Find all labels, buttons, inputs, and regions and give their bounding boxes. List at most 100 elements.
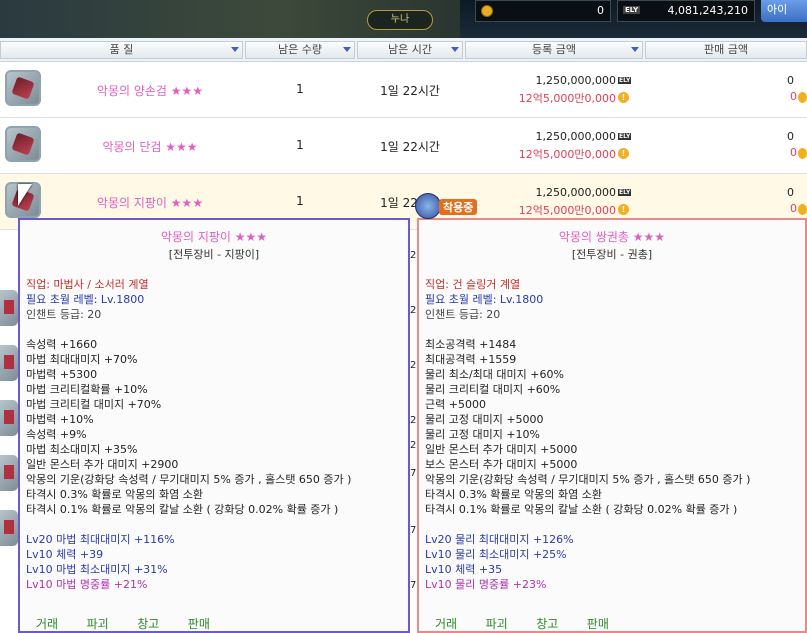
tooltip-special: 타격시 0.3% 확률로 악몽의 화염 소환 — [26, 488, 203, 501]
tooltip-level-bonus: Lv10 물리 명중률 +23% — [425, 578, 547, 591]
tooltip-stat: 최소공격력 +1484 — [425, 338, 517, 351]
table-header: 품 질 남은 수량 남은 시간 등록 금액 판매 금액 — [0, 38, 807, 62]
gold-amount: 0 — [597, 4, 604, 17]
item-thumbnail — [0, 510, 18, 546]
tooltip-job: 직업: 마법사 / 소서러 계열 — [26, 278, 149, 291]
item-qty: 1 — [296, 138, 304, 152]
price-ely: 1,250,000,000 — [535, 74, 616, 87]
tooltip-stat: 보스 몬스터 추가 대미지 +5000 — [425, 458, 578, 471]
tooltip-category: [전투장비 - 권총] — [571, 248, 653, 261]
sell-ely: 0 — [787, 186, 794, 199]
item-name: 악몽의 양손검 ★★★ — [96, 84, 204, 98]
table-row[interactable]: 악몽의 단검 ★★★ 1 1일 22시간 1,250,000,000 ELY 1… — [0, 118, 807, 174]
item-thumbnail — [0, 290, 18, 326]
ely-icon: ELY — [618, 133, 632, 140]
tooltip-stat: 마법 크리티컬 대미지 +70% — [26, 398, 162, 411]
tooltip-level: 필요 초월 레벨: Lv.1800 — [425, 293, 544, 306]
header-qty-label: 남은 수량 — [278, 43, 322, 56]
price-won: 12억5,000만0,000 — [518, 92, 616, 105]
tooltip-enchant: 인챈트 등급: 20 — [425, 308, 501, 321]
gold-coin-icon: ! — [618, 92, 629, 103]
tooltip-enchant: 인챈트 등급: 20 — [26, 308, 102, 321]
tooltip-level-bonus: Lv10 체력 +39 — [26, 548, 104, 561]
tooltip-item-name: 악몽의 지팡이 ★★★ — [160, 230, 268, 244]
sell-won: 0 — [790, 202, 797, 215]
sell-button[interactable]: 판매 — [587, 615, 609, 631]
sort-arrow-icon[interactable] — [451, 47, 459, 52]
header-remaining-qty[interactable]: 남은 수량 — [245, 41, 355, 59]
trade-button[interactable]: 거래 — [435, 615, 457, 631]
tooltip-stat: 마법력 +5300 — [26, 368, 98, 381]
tooltip-level-bonus: Lv20 물리 최대대미지 +126% — [425, 533, 574, 546]
tooltip-stat: 물리 크리티컬 대미지 +60% — [425, 383, 561, 396]
tooltip-category: [전투장비 - 지팡이] — [168, 248, 260, 261]
gold-coin-icon: ! — [618, 204, 629, 215]
tooltip-level: 필요 초월 레벨: Lv.1800 — [26, 293, 145, 306]
item-name: 악몽의 지팡이 ★★★ — [96, 196, 204, 210]
storage-button[interactable]: 창고 — [536, 615, 558, 631]
tooltip-special: 악몽의 기운(강화당 속성력 / 무기대미지 5% 증가 , 홀스탯 650 증… — [26, 473, 352, 486]
price-won: 12억5,000만0,000 — [518, 148, 616, 161]
mouse-cursor-icon — [18, 184, 32, 206]
ely-icon: ELY — [618, 189, 632, 196]
header-remaining-time[interactable]: 남은 시간 — [357, 41, 463, 59]
sell-won: 0 — [790, 90, 797, 103]
item-time: 1일 22시간 — [380, 84, 440, 98]
page-badge[interactable]: 누나 — [367, 10, 433, 30]
ely-icon: ELY — [618, 77, 632, 84]
tooltip-stat: 최대공격력 +1559 — [425, 353, 517, 366]
tooltip-stat: 마법 최소대미지 +35% — [26, 443, 138, 456]
tooltip-special: 악몽의 기운(강화당 속성력 / 무기대미지 5% 증가 , 홀스탯 650 증… — [425, 473, 751, 486]
header-register-label: 등록 금액 — [532, 43, 576, 56]
top-bar: 누나 0 ELY 4,081,243,210 아이 — [0, 0, 807, 38]
tooltip-level-bonus: Lv10 마법 명중률 +21% — [26, 578, 148, 591]
header-quality[interactable]: 품 질 — [0, 41, 243, 59]
weapon-icon — [415, 193, 441, 219]
header-sell-label: 판매 금액 — [704, 43, 748, 56]
ely-icon: ELY — [623, 6, 641, 14]
gold-coin-icon — [481, 5, 493, 17]
tooltip-actions: 거래 파괴 창고 판매 — [36, 615, 235, 631]
sell-won: 0 — [790, 146, 797, 159]
gold-coin-icon — [798, 92, 807, 103]
equipped-tooltip: 악몽의 쌍권총 ★★★ [전투장비 - 권총] 직업: 건 슬링거 계열 필요 … — [417, 218, 807, 633]
table-row[interactable]: 악몽의 양손검 ★★★ 1 1일 22시간 1,250,000,000 ELY … — [0, 62, 807, 118]
item-time: 1일 22시간 — [380, 140, 440, 154]
sell-ely: 0 — [787, 130, 794, 143]
sort-arrow-icon[interactable] — [631, 47, 639, 52]
item-tooltip: 악몽의 지팡이 ★★★ [전투장비 - 지팡이] 직업: 마법사 / 소서러 계… — [18, 218, 410, 633]
tooltip-job: 직업: 건 슬링거 계열 — [425, 278, 521, 291]
tooltip-stat: 일반 몬스터 추가 대미지 +5000 — [425, 443, 578, 456]
tooltip-stat: 근력 +5000 — [425, 398, 486, 411]
item-tab-button[interactable]: 아이 — [761, 0, 807, 22]
trade-button[interactable]: 거래 — [36, 615, 58, 631]
header-sell-price[interactable]: 판매 금액 — [645, 41, 807, 59]
price-ely: 1,250,000,000 — [535, 186, 616, 199]
destroy-button[interactable]: 파괴 — [87, 615, 109, 631]
tooltip-level-bonus: Lv10 물리 최소대미지 +25% — [425, 548, 567, 561]
price-won: 12억5,000만0,000 — [518, 204, 616, 217]
tooltip-level-bonus: Lv20 마법 최대대미지 +116% — [26, 533, 175, 546]
header-quality-label: 품 질 — [109, 43, 134, 56]
tooltip-stat: 속성력 +1660 — [26, 338, 98, 351]
item-qty: 1 — [296, 194, 304, 208]
tooltip-stat: 마법 최대대미지 +70% — [26, 353, 138, 366]
item-name: 악몽의 단검 ★★★ — [102, 140, 198, 154]
header-time-label: 남은 시간 — [388, 43, 432, 56]
storage-button[interactable]: 창고 — [137, 615, 159, 631]
sort-arrow-icon[interactable] — [231, 47, 239, 52]
item-thumbnail — [5, 70, 41, 106]
gold-coin-icon: ! — [618, 148, 629, 159]
tooltip-level-bonus: Lv10 마법 최소대미지 +31% — [26, 563, 168, 576]
item-thumbnail — [5, 126, 41, 162]
gold-coin-icon — [798, 204, 807, 215]
tooltip-stat: 물리 최소/최대 대미지 +60% — [425, 368, 564, 381]
gold-display: 0 — [475, 0, 611, 22]
destroy-button[interactable]: 파괴 — [486, 615, 508, 631]
sell-button[interactable]: 판매 — [188, 615, 210, 631]
sort-arrow-icon[interactable] — [343, 47, 351, 52]
sell-ely: 0 — [787, 74, 794, 87]
tooltip-actions: 거래 파괴 창고 판매 — [435, 615, 634, 631]
item-thumbnail — [0, 455, 18, 491]
header-register-price[interactable]: 등록 금액 — [465, 41, 643, 59]
